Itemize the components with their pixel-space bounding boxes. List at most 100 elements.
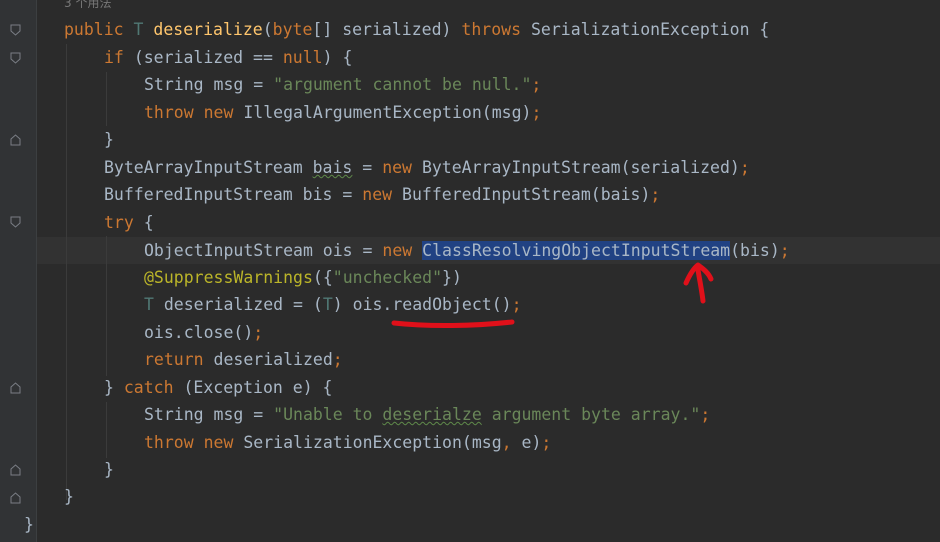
fold-icon[interactable] [10, 134, 21, 146]
semicolon: ; [511, 295, 522, 314]
keyword: byte [272, 20, 313, 39]
code-text: [] serialized) [312, 20, 462, 39]
code-text: (Exception e) { [183, 378, 333, 397]
code-text: ByteArrayInputStream [104, 158, 313, 177]
keyword: new [203, 433, 244, 452]
fold-icon[interactable] [10, 492, 21, 504]
code-text: } [104, 460, 114, 479]
indent-guide [66, 44, 67, 500]
code-line[interactable]: } [24, 511, 34, 538]
code-text: } [104, 378, 124, 397]
code-line[interactable]: throw new SerializationException(msg, e)… [144, 429, 551, 456]
fold-icon[interactable] [10, 52, 21, 64]
comma: , [501, 433, 522, 452]
code-text: deserialized = ( [163, 295, 323, 314]
code-line[interactable]: throw new IllegalArgumentException(msg); [144, 99, 541, 126]
semicolon: ; [541, 433, 552, 452]
keyword: throws [461, 20, 531, 39]
code-line[interactable]: } [104, 456, 114, 483]
keyword: new [362, 185, 403, 204]
keyword: if [104, 48, 134, 67]
semicolon: ; [739, 158, 750, 177]
code-line[interactable]: ObjectInputStream ois = new ClassResolvi… [144, 237, 790, 264]
code-text: deserialized [213, 350, 333, 369]
code-line[interactable]: ByteArrayInputStream bais = new ByteArra… [104, 154, 750, 181]
keyword: throw [144, 103, 204, 122]
keyword: new [203, 103, 244, 122]
code-line[interactable]: BufferedInputStream bis = new BufferedIn… [104, 181, 660, 208]
code-text: = [352, 158, 383, 177]
code-text: ) ois.readObject() [332, 295, 512, 314]
semicolon: ; [332, 350, 343, 369]
keyword: try [104, 213, 144, 232]
type-param: T [133, 20, 154, 39]
code-line[interactable]: public T deserialize(byte[] serialized) … [64, 16, 769, 43]
code-line[interactable]: String msg = "argument cannot be null."; [144, 71, 541, 98]
keyword: public [64, 20, 134, 39]
code-line[interactable]: T deserialized = (T) ois.readObject(); [144, 291, 522, 318]
code-text: IllegalArgumentException(msg) [243, 103, 532, 122]
code-line[interactable]: String msg = "Unable to deserialze argum… [144, 401, 710, 428]
red-underline-mark [391, 319, 515, 329]
red-arrow-mark [683, 262, 714, 304]
spellcheck-word[interactable]: bais [313, 158, 353, 177]
code-text: ObjectInputStream ois = [144, 241, 383, 260]
editor-gutter [0, 0, 37, 542]
usage-hint[interactable]: 3 个用法 [64, 0, 111, 11]
code-text: SerializationException { [530, 20, 770, 39]
code-text: } [104, 130, 114, 149]
code-text: e) [521, 433, 542, 452]
keyword: null [282, 48, 323, 67]
code-line[interactable]: } [104, 126, 114, 153]
fold-icon[interactable] [10, 216, 21, 228]
keyword: return [144, 350, 214, 369]
code-line[interactable]: if (serialized == null) { [104, 44, 352, 71]
indent-guide [106, 402, 107, 458]
semicolon: ; [253, 323, 264, 342]
indent-guide [106, 236, 107, 376]
semicolon: ; [779, 241, 790, 260]
type-param: T [144, 295, 164, 314]
annotation: @SuppressWarnings [144, 268, 313, 287]
code-text: { [143, 213, 154, 232]
code-text: (bis) [730, 241, 780, 260]
semicolon: ; [650, 185, 661, 204]
code-text: BufferedInputStream(bais) [402, 185, 651, 204]
semicolon: ; [700, 405, 711, 424]
code-line[interactable]: @SuppressWarnings({"unchecked"}) [144, 264, 462, 291]
code-text: } [24, 515, 34, 534]
code-text: SerializationException(msg [243, 433, 502, 452]
code-text: ByteArrayInputStream(serialized) [421, 158, 740, 177]
string-literal: "Unable to [273, 405, 383, 424]
string-literal: "argument cannot be null." [273, 75, 532, 94]
code-text: ({ [312, 268, 333, 287]
code-line[interactable]: } catch (Exception e) { [104, 374, 333, 401]
code-text: (serialized == [133, 48, 283, 67]
semicolon: ; [531, 103, 542, 122]
code-text: String msg = [144, 75, 274, 94]
semicolon: ; [531, 75, 542, 94]
code-line[interactable]: ois.close(); [144, 319, 263, 346]
string-literal: "unchecked" [332, 268, 443, 287]
fold-icon[interactable] [10, 24, 21, 36]
type-param: T [322, 295, 333, 314]
string-literal: argument byte array." [481, 405, 701, 424]
code-text: ) { [322, 48, 353, 67]
code-line[interactable]: return deserialized; [144, 346, 343, 373]
fold-icon[interactable] [10, 464, 21, 476]
method-name: deserialize [153, 20, 263, 39]
code-line[interactable]: } [64, 483, 74, 510]
fold-icon[interactable] [10, 382, 21, 394]
keyword: new [382, 241, 423, 260]
code-text: } [64, 487, 74, 506]
code-text: BufferedInputStream bis = [104, 185, 363, 204]
indent-guide [106, 72, 107, 126]
keyword: new [382, 158, 422, 177]
code-text: String msg = [144, 405, 274, 424]
code-text: }) [442, 268, 462, 287]
code-text: ( [262, 20, 273, 39]
selected-class-name[interactable]: ClassResolvingObjectInputStream [422, 241, 731, 260]
code-line[interactable]: try { [104, 209, 154, 236]
keyword: throw [144, 433, 204, 452]
spellcheck-word[interactable]: deserialze [382, 405, 481, 424]
